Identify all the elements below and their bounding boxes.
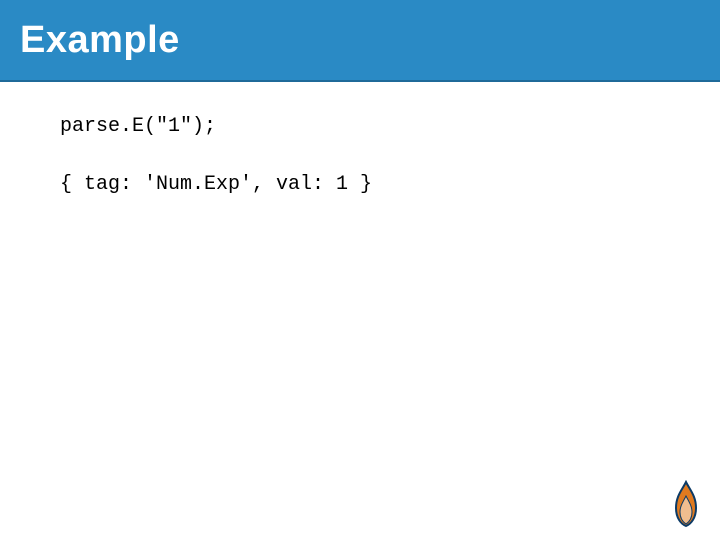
slide-header: Example bbox=[0, 0, 720, 82]
slide-body: parse.E("1"); { tag: 'Num.Exp', val: 1 } bbox=[0, 82, 720, 258]
code-line-2: { tag: 'Num.Exp', val: 1 } bbox=[60, 170, 660, 200]
code-line-1: parse.E("1"); bbox=[60, 112, 660, 142]
flame-logo-icon bbox=[668, 480, 704, 528]
slide-title: Example bbox=[20, 19, 180, 62]
